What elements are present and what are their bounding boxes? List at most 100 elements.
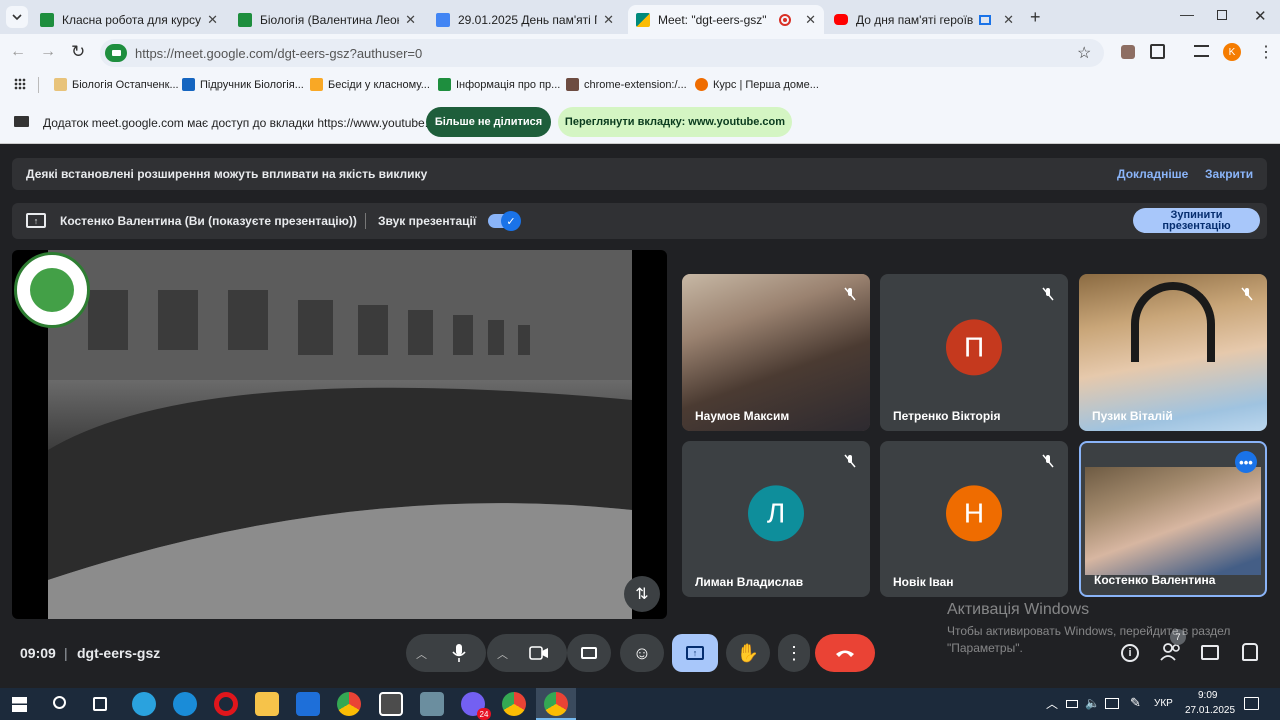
edge-icon[interactable]: [173, 692, 197, 716]
close-icon[interactable]: ✕: [1003, 12, 1014, 28]
participant-tile[interactable]: Пузик Віталій: [1079, 274, 1267, 431]
reactions-button[interactable]: ☺: [620, 634, 664, 672]
bookmark-biology[interactable]: Біологія Остапченк...: [54, 78, 179, 91]
store-icon[interactable]: [379, 692, 403, 716]
stop-sharing-button[interactable]: Більше не ділитися: [426, 107, 551, 137]
presentation-view: ⇅: [12, 250, 667, 619]
minimize-button[interactable]: —: [1180, 6, 1194, 22]
people-button[interactable]: 7: [1160, 629, 1186, 663]
presentation-audio-toggle[interactable]: ✓: [488, 211, 521, 231]
participant-tile[interactable]: Л Лиман Владислав: [682, 441, 870, 597]
more-options-button[interactable]: ⋮: [778, 634, 810, 672]
captions-icon: [581, 647, 597, 659]
active-app-highlight[interactable]: [536, 688, 576, 720]
language-indicator[interactable]: УКР: [1154, 698, 1173, 709]
present-button[interactable]: ↑: [672, 634, 718, 672]
tab-meet[interactable]: Meet: "dgt-eers-gsz" ✕: [628, 5, 824, 34]
participant-name: Наумов Максим: [695, 409, 790, 423]
extension-warning-banner: Деякі встановлені розширення можуть впли…: [12, 158, 1267, 190]
participant-tile-self[interactable]: ••• Костенко Валентина: [1079, 441, 1267, 597]
chrome-icon[interactable]: [502, 692, 526, 716]
microphone-icon[interactable]: [452, 643, 466, 663]
meet-window: Деякі встановлені розширення можуть впли…: [0, 145, 1280, 688]
menu-dots-icon[interactable]: ⋮: [1258, 42, 1274, 62]
stop-presenting-button[interactable]: Зупинити презентацію: [1133, 208, 1260, 233]
view-tab-button[interactable]: Переглянути вкладку: www.youtube.com: [558, 107, 792, 137]
tray-chevron-icon[interactable]: ︿: [1046, 695, 1058, 712]
raise-hand-button[interactable]: ✋: [726, 634, 770, 672]
tab-youtube[interactable]: До дня пам'яті героїв Крут ✕: [826, 5, 1022, 34]
extensions-puzzle-icon[interactable]: [1150, 44, 1165, 59]
media-control-icon[interactable]: [1194, 45, 1209, 57]
close-icon[interactable]: ✕: [405, 12, 416, 28]
bookmark-star-icon[interactable]: ☆: [1077, 43, 1091, 63]
back-button[interactable]: ←: [10, 43, 26, 61]
chat-icon[interactable]: [1201, 645, 1219, 660]
document-icon: [310, 78, 323, 91]
participant-name: Петренко Вікторія: [893, 409, 1001, 423]
file-explorer-icon[interactable]: [255, 692, 279, 716]
captions-button[interactable]: [567, 634, 611, 672]
close-warning-link[interactable]: Закрити: [1205, 167, 1253, 181]
notifications-icon[interactable]: [1244, 697, 1259, 710]
participant-tile[interactable]: Н Новік Іван: [880, 441, 1068, 597]
participant-avatar: Л: [748, 485, 804, 542]
reload-button[interactable]: ↻: [71, 42, 85, 62]
search-icon[interactable]: [53, 696, 66, 709]
info-icon[interactable]: i: [1121, 644, 1139, 662]
opera-icon[interactable]: [214, 692, 238, 716]
tab-biology[interactable]: Біологія (Валентина Леонідівн ✕: [230, 5, 424, 34]
bookmark-info[interactable]: Інформація про пр...: [438, 78, 560, 91]
close-icon[interactable]: ✕: [207, 12, 218, 28]
apps-grid-icon[interactable]: [14, 78, 26, 90]
classroom-icon: [238, 12, 252, 27]
forward-button[interactable]: →: [40, 43, 56, 61]
clock-date[interactable]: 27.01.2025: [1185, 705, 1235, 716]
url-text: https://meet.google.com/dgt-eers-gsz?aut…: [135, 45, 423, 61]
extension-icon: [566, 78, 579, 91]
pen-icon[interactable]: ✎: [1130, 695, 1141, 711]
extension-icon[interactable]: [1121, 45, 1135, 59]
participant-tile[interactable]: Наумов Максим: [682, 274, 870, 431]
volume-icon[interactable]: 🔈: [1085, 696, 1100, 710]
task-view-icon[interactable]: [93, 697, 107, 711]
mail-icon[interactable]: [296, 692, 320, 716]
present-screen-icon: ↑: [686, 646, 704, 660]
bookmark-label: Бесіди у класному...: [328, 78, 430, 91]
emoji-icon: ☺: [632, 642, 652, 663]
maximize-button[interactable]: [1217, 10, 1227, 20]
chevron-up-icon[interactable]: ︿: [497, 646, 508, 662]
close-icon[interactable]: ✕: [805, 12, 816, 28]
bookmark-extension[interactable]: chrome-extension:/...: [566, 78, 687, 91]
network-icon[interactable]: [1105, 698, 1119, 709]
tab-classroom[interactable]: Класна робота для курсу "76 к ✕: [32, 5, 226, 34]
viber-icon[interactable]: 24: [461, 692, 491, 720]
close-icon[interactable]: ✕: [603, 12, 614, 28]
clock-time[interactable]: 9:09: [1198, 690, 1217, 701]
host-controls-icon[interactable]: [1242, 643, 1258, 661]
swap-view-button[interactable]: ⇅: [624, 576, 660, 612]
window-close-button[interactable]: ✕: [1254, 7, 1267, 25]
address-bar[interactable]: https://meet.google.com/dgt-eers-gsz?aut…: [100, 39, 1104, 67]
participant-tile[interactable]: П Петренко Вікторія: [880, 274, 1068, 431]
people-icon: [1160, 643, 1180, 661]
tab-strip: Класна робота для курсу "76 к ✕ Біологія…: [0, 0, 1280, 34]
profile-avatar[interactable]: K: [1223, 43, 1241, 61]
more-options-icon[interactable]: •••: [1235, 451, 1257, 473]
chevron-up-icon[interactable]: ︿: [416, 646, 427, 662]
battery-icon[interactable]: [1066, 700, 1078, 708]
windows-start-icon[interactable]: [12, 697, 27, 712]
tab-heroes-day[interactable]: 29.01.2025 День пам'яті Героїв ✕: [428, 5, 622, 34]
camera-icon[interactable]: [529, 646, 549, 660]
chrome-icon[interactable]: [337, 692, 361, 716]
leave-call-button[interactable]: [815, 634, 875, 672]
participant-avatar: Н: [946, 485, 1002, 542]
bookmark-conversations[interactable]: Бесіди у класному...: [310, 78, 430, 91]
pen-tool-icon[interactable]: [420, 692, 444, 716]
learn-more-link[interactable]: Докладніше: [1117, 167, 1188, 181]
bookmark-textbook[interactable]: Підручник Біологія...: [182, 78, 304, 91]
tab-search-button[interactable]: [6, 6, 28, 28]
bookmark-course[interactable]: Курс | Перша доме...: [695, 78, 819, 91]
new-tab-button[interactable]: +: [1030, 7, 1041, 28]
telegram-icon[interactable]: [132, 692, 156, 716]
